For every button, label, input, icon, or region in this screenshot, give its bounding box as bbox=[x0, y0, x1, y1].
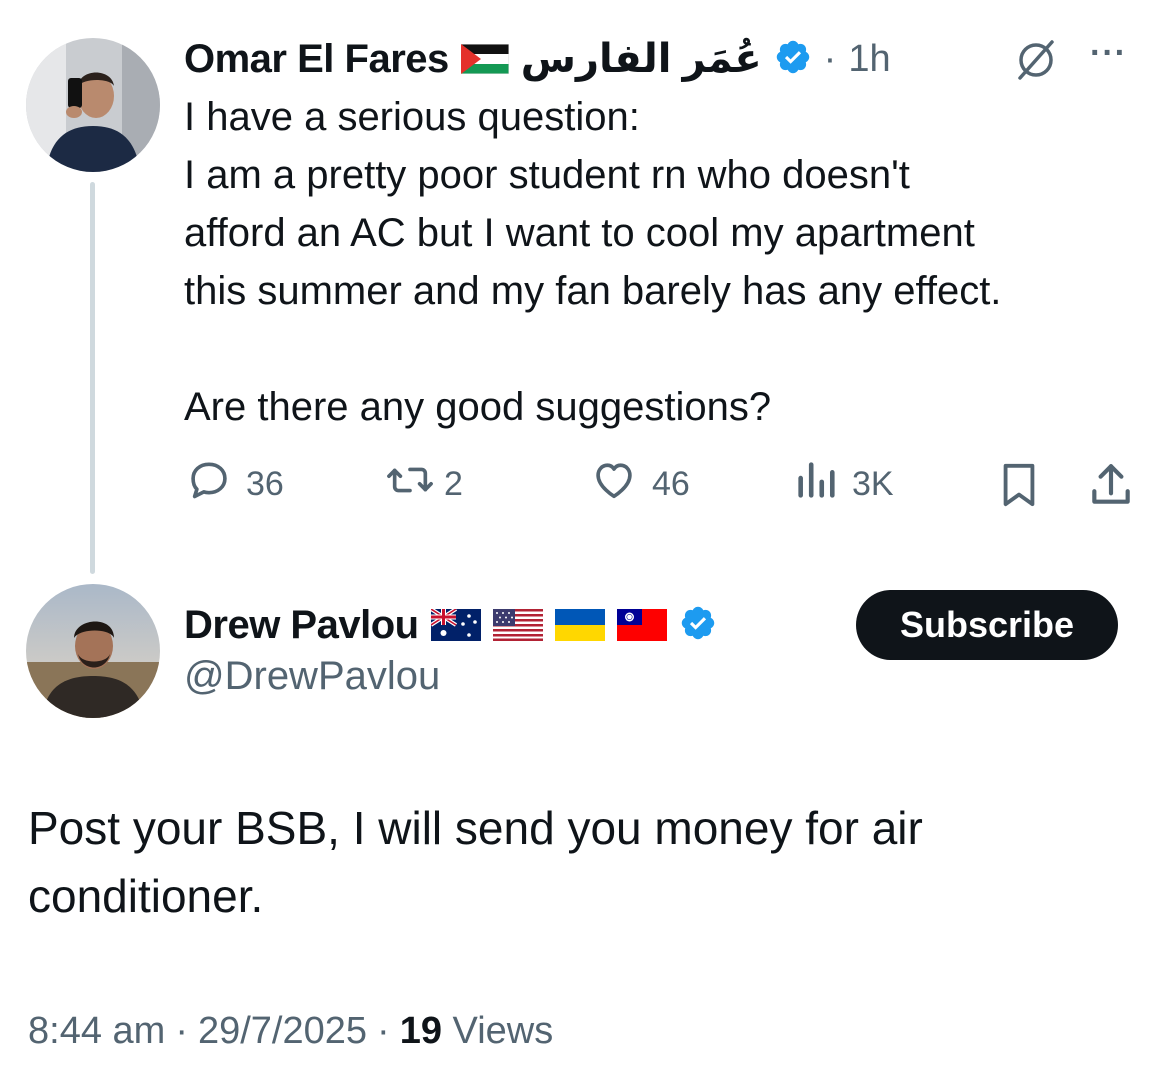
reply-views-count: 19 bbox=[399, 1010, 442, 1052]
like-button[interactable]: 46 bbox=[590, 458, 690, 510]
australia-flag-icon bbox=[429, 607, 481, 641]
ukraine-flag-icon bbox=[554, 609, 605, 641]
bookmark-icon[interactable] bbox=[996, 460, 1042, 510]
footer-separator-1: · bbox=[175, 1010, 188, 1052]
views-count: 3K bbox=[852, 464, 894, 503]
author-name[interactable]: Omar El Fares bbox=[184, 37, 449, 82]
share-icon[interactable] bbox=[1086, 460, 1136, 510]
repost-count: 2 bbox=[444, 464, 463, 503]
subscribe-button[interactable]: Subscribe bbox=[856, 590, 1118, 660]
post-time[interactable]: 1h bbox=[848, 38, 890, 81]
taiwan-flag-icon bbox=[616, 609, 667, 641]
reply-time[interactable]: 8:44 am bbox=[28, 1010, 165, 1053]
usa-flag-icon bbox=[492, 609, 543, 641]
like-count: 46 bbox=[652, 464, 690, 503]
post-text: I have a serious question: I am a pretty… bbox=[184, 95, 1002, 429]
repost-icon bbox=[384, 457, 436, 512]
reply-author-name[interactable]: Drew Pavlou bbox=[184, 603, 419, 648]
reply-handle[interactable]: @DrewPavlou bbox=[184, 654, 440, 699]
footer-separator-2: · bbox=[377, 1010, 390, 1052]
reply-button[interactable]: 36 bbox=[186, 458, 284, 510]
drew-avatar[interactable] bbox=[26, 584, 160, 718]
reply-verified-badge-icon bbox=[679, 604, 717, 647]
reply-count: 36 bbox=[246, 464, 284, 503]
palestine-flag-icon bbox=[460, 43, 510, 75]
analytics-icon bbox=[794, 457, 838, 512]
verified-badge-icon bbox=[774, 38, 812, 81]
reply-icon bbox=[186, 457, 232, 512]
more-options-icon[interactable]: ··· bbox=[1090, 34, 1127, 73]
reply-views-label: Views bbox=[452, 1010, 554, 1052]
post-header: Omar El Fares عُمَر الفارس · 1h bbox=[184, 32, 891, 86]
repost-button[interactable]: 2 bbox=[384, 458, 463, 510]
reply-date[interactable]: 29/7/2025 bbox=[198, 1010, 367, 1053]
reply-header: Drew Pavlou bbox=[184, 598, 717, 652]
reply-views[interactable]: 19 Views bbox=[400, 1010, 554, 1053]
reply-text: Post your BSB, I will send you money for… bbox=[28, 802, 923, 922]
views-button[interactable]: 3K bbox=[794, 458, 894, 510]
omar-avatar[interactable] bbox=[26, 38, 160, 172]
author-arabic-name[interactable]: عُمَر الفارس bbox=[521, 36, 762, 82]
post-separator: · bbox=[823, 37, 837, 80]
reply-footer: 8:44 am · 29/7/2025 · 19 Views bbox=[28, 1010, 553, 1053]
thread-line bbox=[90, 182, 95, 574]
heart-icon bbox=[590, 457, 638, 512]
grok-icon[interactable] bbox=[1014, 38, 1058, 82]
